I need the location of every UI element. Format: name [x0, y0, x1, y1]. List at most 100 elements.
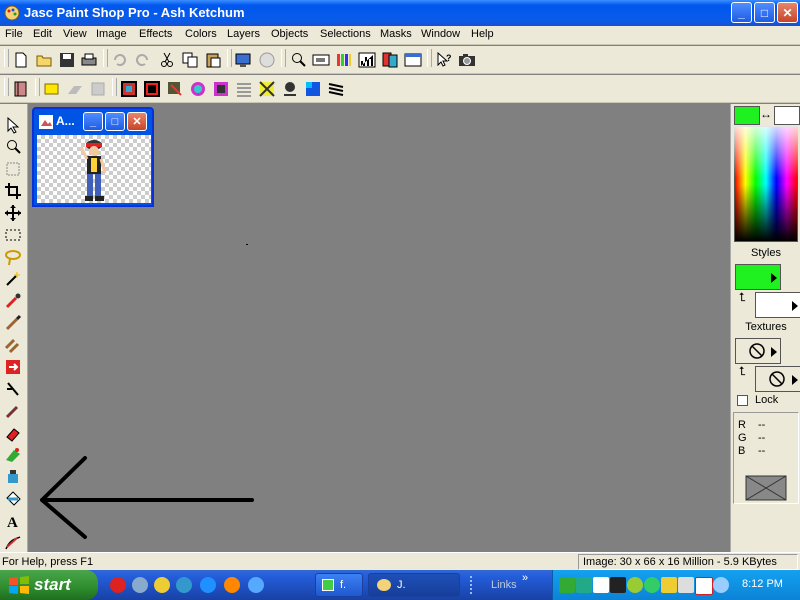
effect-browser-icon[interactable]: [120, 80, 138, 98]
taskbar-clock[interactable]: 8:12 PM: [742, 578, 783, 590]
tray-search-icon[interactable]: [713, 577, 729, 593]
clone-brush-icon[interactable]: [4, 336, 22, 354]
new-raster-layer-icon[interactable]: [43, 80, 61, 98]
color-picker-spectrum[interactable]: [734, 126, 798, 242]
book-icon[interactable]: [12, 80, 30, 98]
tray-app-icon[interactable]: [559, 577, 575, 593]
taskbar-item-paint-shop-pro[interactable]: J.: [368, 573, 460, 597]
minimize-button[interactable]: _: [731, 2, 752, 23]
overview-window-icon[interactable]: [312, 51, 330, 69]
browse-icon[interactable]: [258, 51, 276, 69]
foreground-color-swatch[interactable]: [734, 106, 760, 125]
menu-help[interactable]: Help: [471, 28, 494, 40]
buttonize-icon[interactable]: [143, 80, 161, 98]
crop-tool-icon[interactable]: [4, 182, 22, 200]
copy-icon[interactable]: [181, 51, 199, 69]
menu-window[interactable]: Window: [421, 28, 460, 40]
menu-file[interactable]: File: [5, 28, 23, 40]
swap-textures-icon[interactable]: ⮤: [739, 364, 746, 379]
outer-bevel-icon[interactable]: [258, 80, 276, 98]
tray-msn-icon[interactable]: [644, 577, 660, 593]
quick-launch-firefox-icon[interactable]: [224, 577, 240, 593]
layer-palette-icon[interactable]: [381, 51, 399, 69]
screen-capture-icon[interactable]: [458, 51, 476, 69]
taskbar-item-folder[interactable]: f.: [315, 573, 363, 597]
mover-tool-icon[interactable]: [4, 204, 22, 222]
lock-checkbox[interactable]: [737, 395, 748, 406]
background-color-swatch[interactable]: [774, 106, 800, 125]
quick-launch-app-icon[interactable]: [132, 577, 148, 593]
new-file-icon[interactable]: [12, 51, 30, 69]
scratch-remover-icon[interactable]: [4, 402, 22, 420]
selection-tool-icon[interactable]: [4, 226, 22, 244]
menu-edit[interactable]: Edit: [33, 28, 52, 40]
context-help-icon[interactable]: ?: [435, 51, 453, 69]
color-palette-icon[interactable]: [335, 51, 353, 69]
menu-selections[interactable]: Selections: [320, 28, 371, 40]
open-folder-icon[interactable]: [35, 51, 53, 69]
menu-colors[interactable]: Colors: [185, 28, 217, 40]
title-bar[interactable]: Jasc Paint Shop Pro - Ash Ketchum _ □ ✕: [0, 0, 800, 26]
flood-fill-icon[interactable]: [4, 490, 22, 508]
quick-launch-messenger-icon[interactable]: [176, 577, 192, 593]
color-replacer-icon[interactable]: [4, 358, 22, 376]
sculpture-icon[interactable]: [281, 80, 299, 98]
tray-printer-icon[interactable]: [678, 577, 694, 593]
tray-antivirus-icon[interactable]: [627, 577, 643, 593]
draw-tool-icon[interactable]: [4, 534, 22, 552]
start-button[interactable]: start: [0, 570, 98, 600]
toolbar-grip[interactable]: [4, 49, 9, 67]
text-tool-icon[interactable]: A: [4, 512, 22, 530]
background-texture-dropdown-icon[interactable]: [792, 375, 798, 385]
quick-launch-internet-explorer-icon[interactable]: [200, 577, 216, 593]
tool-options-icon[interactable]: [404, 51, 422, 69]
undo-icon[interactable]: [110, 51, 128, 69]
print-icon[interactable]: [80, 51, 98, 69]
airbrush-icon[interactable]: [4, 468, 22, 486]
arrow-tool-icon[interactable]: [4, 116, 22, 134]
quick-launch-opera-icon[interactable]: [110, 577, 126, 593]
image-canvas[interactable]: [37, 135, 151, 203]
background-style-dropdown-icon[interactable]: [792, 301, 798, 311]
chisel-icon[interactable]: [189, 80, 207, 98]
maximize-button[interactable]: □: [754, 2, 775, 23]
swap-styles-icon[interactable]: ⮤: [739, 290, 746, 305]
full-screen-preview-icon[interactable]: [234, 51, 252, 69]
lines-effect-icon[interactable]: [327, 80, 345, 98]
zoom-tool-icon[interactable]: [4, 138, 22, 156]
texture-effect-icon[interactable]: [304, 80, 322, 98]
new-mask-layer-icon[interactable]: [89, 80, 107, 98]
menu-view[interactable]: View: [63, 28, 87, 40]
new-vector-layer-icon[interactable]: [66, 80, 84, 98]
swap-colors-icon[interactable]: ↔: [760, 107, 772, 121]
links-more-chevron[interactable]: »: [522, 572, 528, 584]
toolbar-grip[interactable]: [4, 78, 9, 96]
tray-network-icon[interactable]: [576, 577, 592, 593]
tray-zonealarm-icon[interactable]: [593, 577, 609, 593]
menu-image[interactable]: Image: [96, 28, 127, 40]
eraser-tool-icon[interactable]: [4, 424, 22, 442]
quick-launch-media-icon[interactable]: [154, 577, 170, 593]
save-icon[interactable]: [58, 51, 76, 69]
quick-launch-search-icon[interactable]: [248, 577, 264, 593]
cutout-icon[interactable]: [212, 80, 230, 98]
tray-notes-icon[interactable]: [661, 577, 677, 593]
tray-c-icon[interactable]: [695, 577, 713, 595]
image-window-close-button[interactable]: ✕: [127, 112, 147, 131]
retouch-tool-icon[interactable]: [4, 380, 22, 398]
foreground-texture-dropdown-icon[interactable]: [771, 347, 777, 357]
cut-icon[interactable]: [158, 51, 176, 69]
dropper-tool-icon[interactable]: [4, 292, 22, 310]
freehand-tool-icon[interactable]: [4, 248, 22, 266]
drop-shadow-icon[interactable]: [166, 80, 184, 98]
image-window-maximize-button[interactable]: □: [105, 112, 125, 131]
close-button[interactable]: ✕: [777, 2, 798, 23]
menu-masks[interactable]: Masks: [380, 28, 412, 40]
redo-icon[interactable]: [134, 51, 152, 69]
magic-wand-icon[interactable]: [4, 270, 22, 288]
menu-layers[interactable]: Layers: [227, 28, 260, 40]
inner-bevel-icon[interactable]: [235, 80, 253, 98]
taskbar-grip[interactable]: [470, 576, 484, 594]
paste-icon[interactable]: [204, 51, 222, 69]
zoom-icon[interactable]: [289, 51, 307, 69]
